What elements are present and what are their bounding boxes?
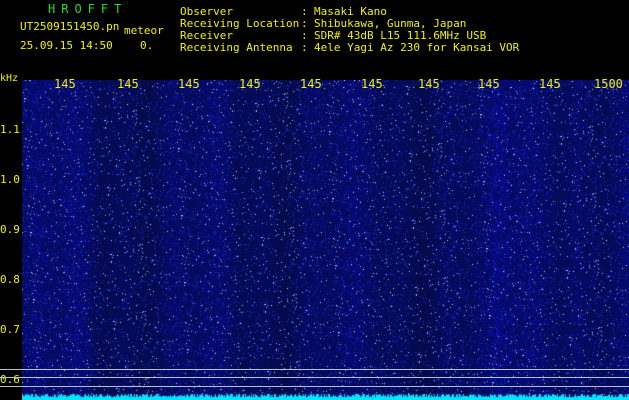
y-tick: 0.6 bbox=[0, 373, 20, 386]
spectrogram-panel bbox=[22, 80, 629, 400]
y-tick: 1.1 bbox=[0, 123, 20, 136]
y-tick: 1.0 bbox=[0, 173, 20, 186]
x-tick: 145 bbox=[361, 77, 383, 91]
mode-label: meteor bbox=[124, 24, 164, 37]
antenna-colon: : bbox=[301, 41, 308, 54]
y-tick: 0.9 bbox=[0, 223, 20, 236]
x-tick: 145 bbox=[54, 77, 76, 91]
spectrogram-noise bbox=[22, 80, 629, 400]
y-tick: 0.7 bbox=[0, 323, 20, 336]
x-tick: 1500 bbox=[594, 77, 623, 91]
x-tick: 145 bbox=[418, 77, 440, 91]
filename-label: UT2509151450.pn bbox=[20, 20, 120, 33]
header-panel: HROFFT UT2509151450.pn meteor 25.09.15 1… bbox=[0, 0, 629, 74]
datetime-label: 25.09.15 14:50 bbox=[20, 39, 113, 52]
marker-line bbox=[0, 377, 629, 378]
y-axis-unit: kHz bbox=[0, 73, 19, 84]
x-tick: 145 bbox=[239, 77, 261, 91]
app-brand: HROFFT bbox=[48, 2, 128, 16]
count-label: 0. bbox=[140, 39, 154, 52]
x-tick: 145 bbox=[478, 77, 500, 91]
x-tick: 145 bbox=[300, 77, 322, 91]
x-tick: 145 bbox=[178, 77, 200, 91]
marker-line bbox=[0, 369, 629, 370]
antenna-key: Receiving Antenna bbox=[180, 41, 293, 54]
x-tick: 145 bbox=[117, 77, 139, 91]
marker-line bbox=[0, 386, 629, 387]
antenna-value: 4ele Yagi Az 230 for Kansai VOR bbox=[314, 41, 520, 54]
x-tick: 145 bbox=[539, 77, 561, 91]
y-tick: 0.8 bbox=[0, 273, 20, 286]
